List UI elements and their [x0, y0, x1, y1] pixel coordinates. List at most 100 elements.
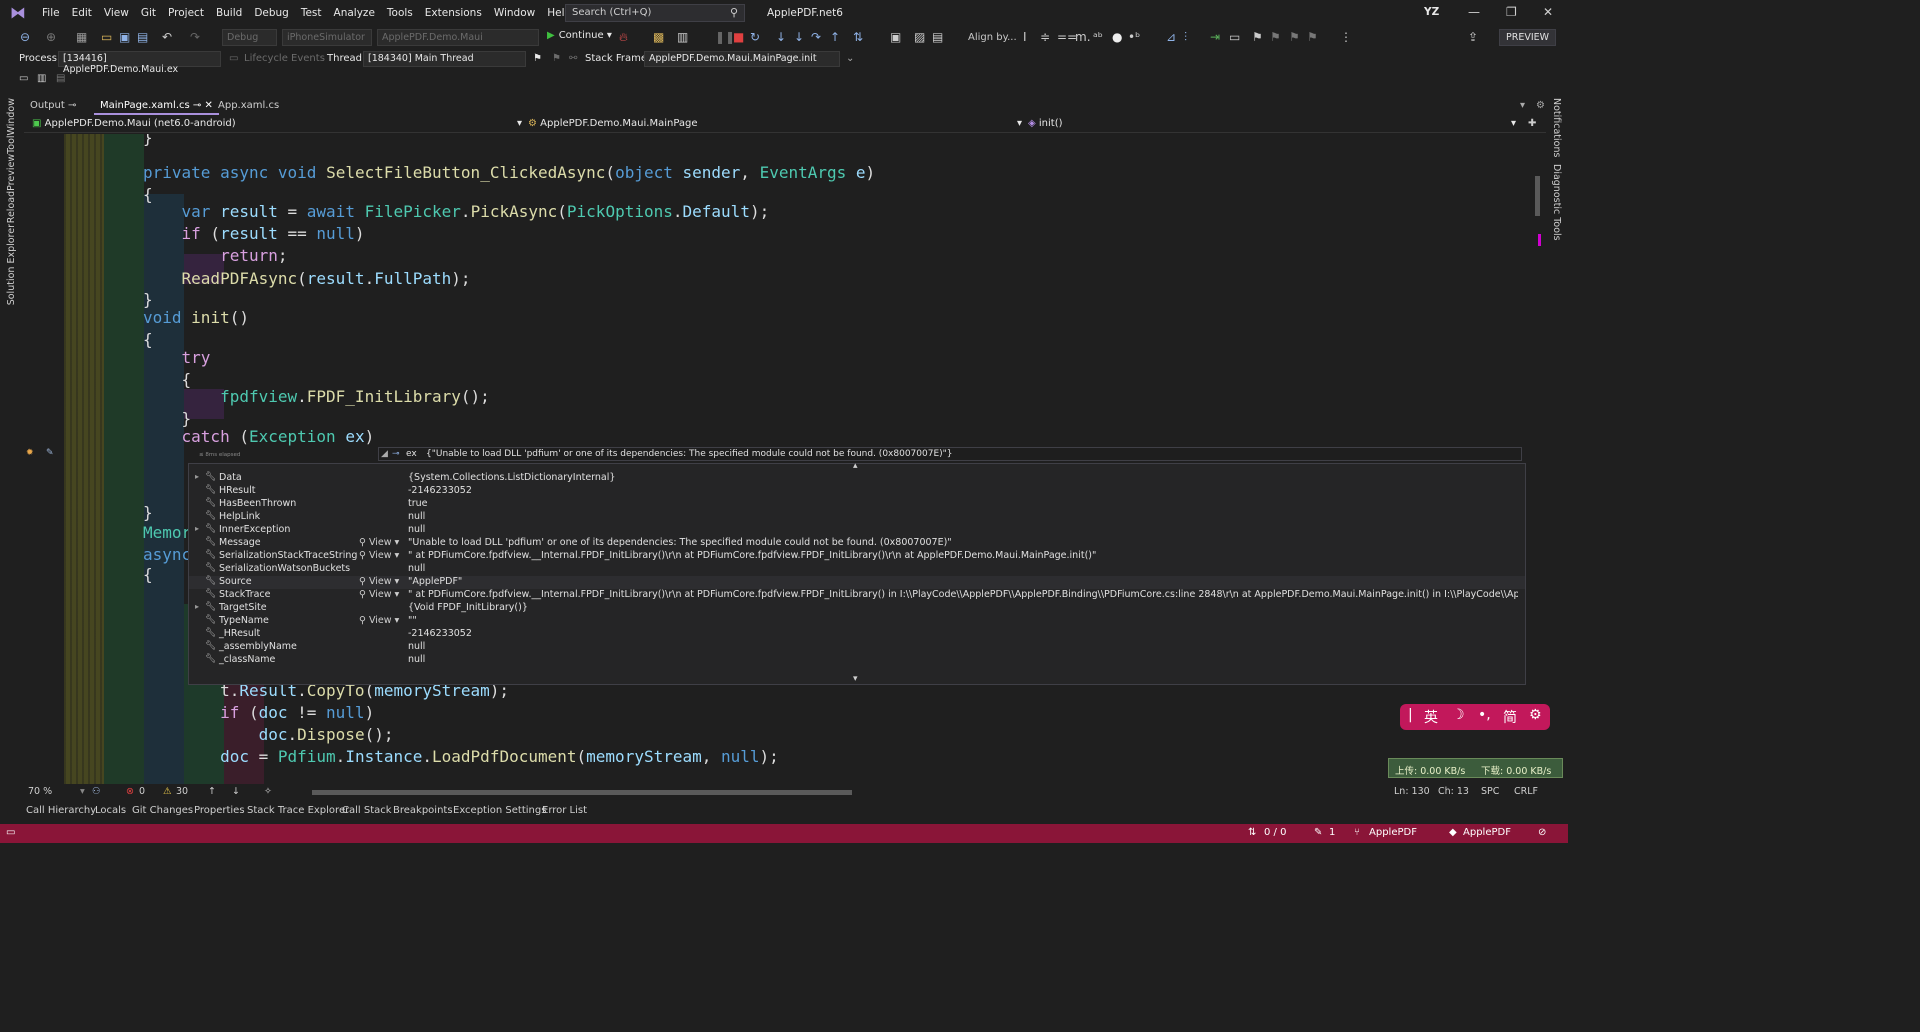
- step-out-icon[interactable]: ↑: [830, 30, 840, 44]
- stop-debugging-icon[interactable]: ■: [733, 30, 744, 44]
- datatip-row-value[interactable]: "": [408, 615, 1518, 626]
- visual-studio-logo-icon[interactable]: ⧓: [8, 3, 28, 23]
- menu-view[interactable]: View: [98, 7, 135, 19]
- lifecycle-icon[interactable]: ▭: [229, 53, 238, 64]
- datatip-row[interactable]: ▸ 🔧︎ InnerException null: [189, 524, 1525, 537]
- comment-icon[interactable]: ▭: [1229, 30, 1240, 44]
- tab-locals[interactable]: Locals: [95, 805, 126, 816]
- datatip-row[interactable]: 🔧︎ Source ⚲ View ▾ "ApplePDF": [189, 576, 1525, 589]
- lifecycle-events-dropdown[interactable]: Lifecycle Events: [244, 53, 325, 64]
- code-line[interactable]: void init(): [143, 308, 249, 327]
- menu-analyze[interactable]: Analyze: [328, 7, 381, 19]
- datatip-row-value[interactable]: null: [408, 654, 1518, 665]
- datatip-header[interactable]: ◢ ⊸ ex {"Unable to load DLL 'pdfium' or …: [378, 447, 1522, 461]
- code-line[interactable]: ReadPDFAsync(result.FullPath);: [143, 269, 471, 288]
- next-issue-icon[interactable]: ↓: [232, 786, 240, 797]
- editor-vertical-scrollbar[interactable]: [1530, 134, 1544, 784]
- status-message-icon[interactable]: ▭: [6, 827, 15, 838]
- datatip-row[interactable]: 🔧︎ StackTrace ⚲ View ▾ " at PDFiumCore.fpdf…: [189, 589, 1525, 602]
- scrollbar-thumb[interactable]: [1535, 176, 1540, 216]
- view-dropdown-icon[interactable]: ▾: [392, 576, 400, 587]
- scroll-down-icon[interactable]: ▾: [853, 674, 858, 684]
- text-visualizer-button[interactable]: ⚲ View ▾: [359, 537, 399, 548]
- datatip-row-value[interactable]: true: [408, 498, 1518, 509]
- layout-icon[interactable]: ▥: [677, 30, 688, 44]
- expand-arrow-icon[interactable]: ▸: [195, 472, 199, 481]
- restore-icon[interactable]: ❐: [1506, 5, 1517, 19]
- datatip-row-value[interactable]: {Void FPDF_InitLibrary()}: [408, 602, 1518, 613]
- datatip-row[interactable]: 🔧︎ TypeName ⚲ View ▾ "": [189, 615, 1525, 628]
- ime-language-toggle[interactable]: 英: [1424, 707, 1438, 727]
- tab-call-stack[interactable]: Call Stack: [342, 805, 392, 816]
- undo-icon[interactable]: ↶: [162, 30, 172, 44]
- align-center-icon[interactable]: ≑: [1040, 30, 1050, 44]
- tab-breakpoints[interactable]: Breakpoints: [393, 805, 453, 816]
- whitespace-mode[interactable]: SPC: [1481, 786, 1499, 797]
- tab-properties[interactable]: Properties: [194, 805, 245, 816]
- process-dropdown[interactable]: [134416] ApplePDF.Demo.Maui.ex: [58, 51, 221, 75]
- user-avatar[interactable]: YZ: [1424, 6, 1439, 18]
- code-line[interactable]: async: [143, 545, 191, 564]
- datatip-row-value[interactable]: -2146233052: [408, 628, 1518, 639]
- menu-git[interactable]: Git: [135, 7, 162, 19]
- datatip-row-value[interactable]: "Unable to load DLL 'pdfium' or one of i…: [408, 537, 1518, 548]
- pin-icon[interactable]: ⊸: [68, 100, 76, 111]
- arrange-icon[interactable]: ⊿: [1166, 30, 1176, 44]
- code-line[interactable]: }: [143, 134, 153, 147]
- tab-list-dropdown-icon[interactable]: ▾: [1514, 97, 1531, 115]
- menu-debug[interactable]: Debug: [248, 7, 295, 19]
- menu-build[interactable]: Build: [210, 7, 248, 19]
- next-bookmark-icon[interactable]: ⚑: [1289, 30, 1300, 44]
- tab-exception-settings[interactable]: Exception Settings: [453, 805, 546, 816]
- code-line[interactable]: catch (Exception ex): [143, 427, 375, 446]
- redo-icon[interactable]: ↷: [190, 30, 200, 44]
- datatip-row[interactable]: 🔧︎ SerializationStackTraceString ⚲ View ▾ "…: [189, 550, 1525, 563]
- abc-icon[interactable]: ᵃᵇ: [1093, 30, 1103, 44]
- view-dropdown-icon[interactable]: ▾: [392, 550, 400, 561]
- code-line[interactable]: doc = Pdfium.Instance.LoadPdfDocument(me…: [143, 747, 779, 766]
- scroll-up-icon[interactable]: ▴: [853, 461, 858, 471]
- menu-window[interactable]: Window: [488, 7, 541, 19]
- code-line[interactable]: }: [143, 409, 192, 428]
- notifications-tab[interactable]: Notifications: [1551, 98, 1562, 157]
- line-ending-mode[interactable]: CRLF: [1514, 786, 1538, 797]
- stack-frame-dropdown[interactable]: ApplePDF.Demo.Maui.MainPage.init: [644, 51, 840, 67]
- diagnostic-tools-tab[interactable]: Diagnostic Tools: [1551, 164, 1562, 241]
- show-next-statement-icon[interactable]: ↓: [776, 30, 786, 44]
- preview-layout-icon[interactable]: ▥: [37, 73, 46, 84]
- prev-bookmark-icon[interactable]: ⚑: [1270, 30, 1281, 44]
- datatip-row-value[interactable]: null: [408, 641, 1518, 652]
- platform-dropdown[interactable]: iPhoneSimulator: [282, 29, 372, 46]
- datatip-row-value[interactable]: " at PDFiumCore.fpdfview.__Internal.FPDF…: [408, 550, 1518, 561]
- datatip-row[interactable]: ▸ 🔧︎ Data {System.Collections.ListDictionar…: [189, 472, 1525, 485]
- code-line[interactable]: private async void SelectFileButton_Clic…: [143, 163, 875, 182]
- ime-simplified-toggle[interactable]: 简: [1503, 707, 1517, 727]
- split-icon[interactable]: ⫶: [1184, 30, 1187, 45]
- view-dropdown-icon[interactable]: ▾: [392, 537, 400, 548]
- solution-configuration-dropdown[interactable]: Debug: [222, 29, 277, 46]
- restart-icon[interactable]: ↻: [750, 30, 760, 44]
- project-dropdown[interactable]: ▣ ApplePDF.Demo.Maui (net6.0-android) ▾: [28, 117, 524, 132]
- view-dropdown-icon[interactable]: ▾: [392, 589, 400, 600]
- tab-app-xaml-cs[interactable]: App.xaml.cs: [212, 97, 285, 115]
- solution-explorer-tab[interactable]: Solution Explorer: [6, 224, 17, 305]
- panel-icon[interactable]: ▤: [932, 30, 943, 44]
- split-editor-icon[interactable]: ✚: [1524, 117, 1540, 132]
- save-all-icon[interactable]: ▤: [137, 30, 148, 44]
- ime-settings-icon[interactable]: ⚙: [1529, 707, 1542, 723]
- tab-stack-trace-explorer[interactable]: Stack Trace Explorer: [247, 805, 349, 816]
- search-input[interactable]: Search (Ctrl+Q) ⚲: [565, 4, 745, 22]
- code-line[interactable]: fpdfview.FPDF_InitLibrary();: [143, 387, 490, 406]
- preview-button[interactable]: PREVIEW: [1499, 29, 1556, 46]
- copilot-icon[interactable]: ⚇: [92, 786, 101, 797]
- tab-call-hierarchy[interactable]: Call Hierarchy: [26, 805, 96, 816]
- datatip-row-value[interactable]: {System.Collections.ListDictionaryIntern…: [408, 472, 1518, 483]
- toolbar-overflow-icon[interactable]: ⋮: [1340, 30, 1352, 44]
- datatip-row[interactable]: 🔧︎ HResult -2146233052: [189, 485, 1525, 498]
- clear-bookmarks-icon[interactable]: ⚑: [1307, 30, 1318, 44]
- image-icon[interactable]: ▨: [914, 30, 925, 44]
- horizontal-scrollbar[interactable]: [312, 790, 1362, 795]
- code-line[interactable]: }: [143, 503, 153, 522]
- collapse-arrow-icon[interactable]: ◢: [381, 449, 388, 459]
- datatip-row[interactable]: 🔧︎ _assemblyName null: [189, 641, 1525, 654]
